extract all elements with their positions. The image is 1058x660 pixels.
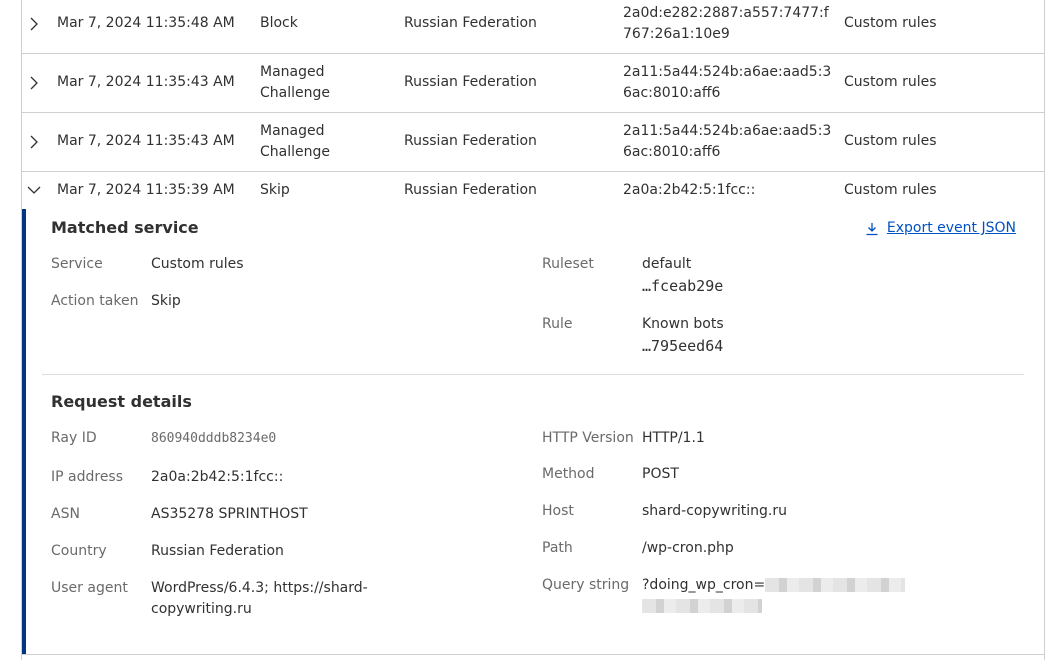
- ruleset-label: Ruleset: [542, 256, 594, 272]
- redacted-block: [642, 599, 762, 613]
- ip-address-value: 2a0a:2b42:5:1fcc::: [151, 469, 284, 485]
- table-row[interactable]: Mar 7, 2024 11:35:48 AM Block Russian Fe…: [22, 0, 1044, 54]
- rule-id: …795eed64: [642, 337, 724, 355]
- event-service: Custom rules: [844, 133, 937, 149]
- matched-service-title: Matched service: [51, 218, 199, 237]
- http-version-value: HTTP/1.1: [642, 430, 705, 446]
- path-value: /wp-cron.php: [642, 540, 734, 556]
- event-action: Block: [260, 15, 298, 31]
- event-country: Russian Federation: [404, 133, 537, 149]
- event-country: Russian Federation: [404, 74, 537, 90]
- path-label: Path: [542, 540, 573, 556]
- event-date: Mar 7, 2024 11:35:48 AM: [57, 15, 235, 31]
- event-service: Custom rules: [844, 182, 937, 198]
- event-action: Managed Challenge: [260, 64, 330, 101]
- chevron-down-icon[interactable]: [27, 183, 41, 197]
- event-service: Custom rules: [844, 15, 937, 31]
- event-date: Mar 7, 2024 11:35:43 AM: [57, 133, 235, 149]
- asn-value: AS35278 SPRINTHOST: [151, 506, 308, 522]
- event-action: Managed Challenge: [260, 123, 330, 160]
- query-string-text: ?doing_wp_cron=: [642, 577, 766, 593]
- method-label: Method: [542, 466, 595, 482]
- chevron-right-icon[interactable]: [27, 135, 41, 149]
- rule-label: Rule: [542, 316, 573, 332]
- event-service: Custom rules: [844, 74, 937, 90]
- user-agent-label: User agent: [51, 580, 128, 596]
- user-agent-value: WordPress/6.4.3; https://shard-copywriti…: [151, 580, 368, 617]
- query-string-value: ?doing_wp_cron=: [642, 575, 906, 596]
- row-divider: [22, 654, 1044, 655]
- host-value: shard-copywriting.ru: [642, 503, 787, 519]
- host-label: Host: [542, 503, 574, 519]
- rule-name: Known bots: [642, 316, 724, 332]
- query-string-label: Query string: [542, 577, 630, 593]
- event-detail-panel: Matched service Export event JSON Servic…: [22, 209, 1044, 655]
- action-taken-label: Action taken: [51, 293, 139, 309]
- event-ip: 2a11:5a44:524b:a6ae:aad5:36ac:8010:aff6: [623, 64, 832, 101]
- event-country: Russian Federation: [404, 182, 537, 198]
- ray-id-label: Ray ID: [51, 430, 97, 446]
- table-row[interactable]: Mar 7, 2024 11:35:43 AM Managed Challeng…: [22, 54, 1044, 113]
- country-label: Country: [51, 543, 107, 559]
- ip-address-label: IP address: [51, 469, 124, 485]
- event-action: Skip: [260, 182, 290, 198]
- event-date: Mar 7, 2024 11:35:43 AM: [57, 74, 235, 90]
- action-taken-value: Skip: [151, 293, 181, 309]
- event-date: Mar 7, 2024 11:35:39 AM: [57, 182, 235, 198]
- chevron-right-icon[interactable]: [27, 76, 41, 90]
- event-ip: 2a0a:2b42:5:1fcc::: [623, 182, 756, 198]
- event-ip: 2a0d:e282:2887:a557:7477:f767:26a1:10e9: [623, 5, 829, 42]
- redacted-block: [765, 578, 906, 592]
- table-row[interactable]: Mar 7, 2024 11:35:43 AM Managed Challeng…: [22, 113, 1044, 172]
- export-label: Export event JSON: [886, 220, 1016, 236]
- ruleset-id: …fceab29e: [642, 277, 724, 295]
- download-icon: [866, 222, 878, 235]
- http-version-label: HTTP Version: [542, 430, 634, 446]
- service-label: Service: [51, 256, 103, 272]
- table-row-expanded[interactable]: Mar 7, 2024 11:35:39 AM Skip Russian Fed…: [22, 172, 1044, 209]
- method-value: POST: [642, 466, 679, 482]
- chevron-right-icon[interactable]: [27, 17, 41, 31]
- event-ip: 2a11:5a44:524b:a6ae:aad5:36ac:8010:aff6: [623, 123, 832, 160]
- ruleset-name: default: [642, 256, 692, 272]
- section-divider: [42, 374, 1024, 375]
- request-details-title: Request details: [51, 392, 192, 411]
- service-value: Custom rules: [151, 256, 244, 272]
- asn-label: ASN: [51, 506, 80, 522]
- export-event-json-link[interactable]: Export event JSON: [865, 218, 1016, 239]
- firewall-events-table: Mar 7, 2024 11:35:48 AM Block Russian Fe…: [21, 0, 1045, 660]
- event-country: Russian Federation: [404, 15, 537, 31]
- ray-id-value: 860940dddb8234e0: [151, 431, 277, 446]
- country-value: Russian Federation: [151, 543, 284, 559]
